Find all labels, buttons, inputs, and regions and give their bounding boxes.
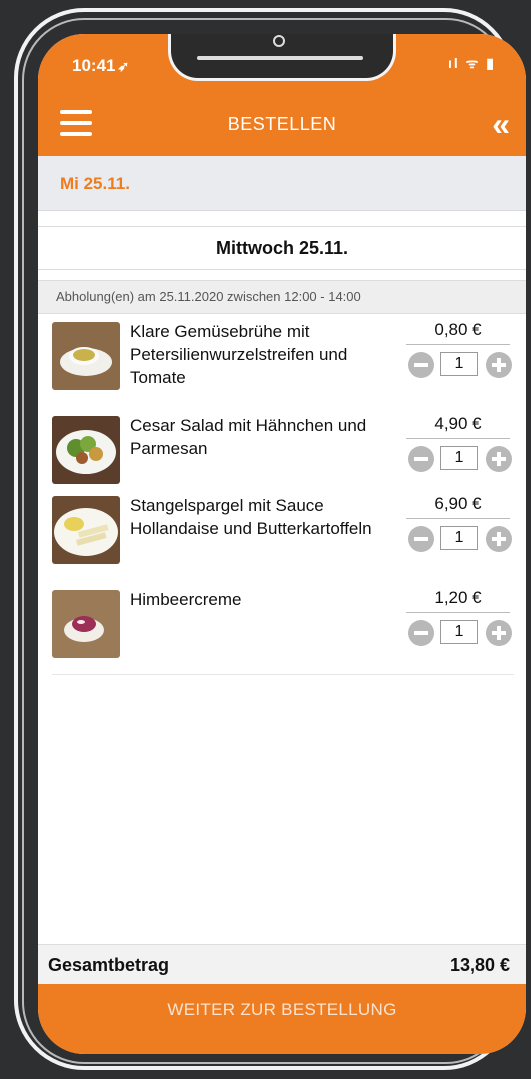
item-name: Klare Gemüsebrühe mit Petersilienwurzels… (130, 322, 348, 387)
item-price: 4,90 € (406, 414, 510, 439)
salad-icon (52, 416, 120, 484)
total-value: 13,80 € (449, 955, 510, 975)
dessert-icon (52, 590, 120, 658)
item-price: 0,80 € (406, 320, 510, 345)
status-time: 10:41 ➶ (72, 56, 130, 75)
list-item: Himbeercreme 1,20 € 1 (38, 588, 526, 682)
device-notch (168, 34, 396, 81)
plus-button[interactable] (486, 446, 512, 472)
plus-button[interactable] (486, 526, 512, 552)
total-bar: Gesamtbetrag 13,80 € (38, 944, 526, 985)
quantity-input[interactable]: 1 (440, 526, 478, 550)
camera-icon (273, 35, 285, 47)
quantity-stepper: 1 (406, 526, 514, 552)
item-name: Stangelspargel mit Sauce Hollandaise und… (130, 496, 372, 538)
soup-icon (52, 322, 120, 390)
top-bar: 10:41 ➶ ıl ᯤ ▮ BESTELLEN « (38, 34, 526, 156)
plus-button[interactable] (486, 352, 512, 378)
item-price: 1,20 € (406, 588, 510, 613)
speaker-grille (197, 56, 363, 60)
quantity-stepper: 1 (406, 446, 514, 472)
item-name: Himbeercreme (130, 590, 242, 609)
asparagus-icon (52, 496, 120, 564)
list-item: Stangelspargel mit Sauce Hollandaise und… (38, 494, 526, 588)
item-name: Cesar Salad mit Hähnchen und Parmesan (130, 416, 367, 458)
continue-order-button[interactable]: WEITER ZUR BESTELLUNG (38, 984, 526, 1054)
minus-button[interactable] (408, 620, 434, 646)
quantity-stepper: 1 (406, 352, 514, 378)
item-price: 6,90 € (406, 494, 510, 519)
minus-button[interactable] (408, 352, 434, 378)
quantity-input[interactable]: 1 (440, 620, 478, 644)
date-selector[interactable]: Mi 25.11. (38, 156, 526, 211)
list-divider (52, 674, 514, 675)
pickup-info: Abholung(en) am 25.11.2020 zwischen 12:0… (38, 280, 526, 314)
list-item: Klare Gemüsebrühe mit Petersilienwurzels… (38, 320, 526, 414)
day-heading: Mittwoch 25.11. (38, 226, 526, 270)
double-chevron-back-icon[interactable]: « (492, 106, 510, 143)
minus-button[interactable] (408, 446, 434, 472)
total-label: Gesamtbetrag (48, 955, 170, 975)
minus-button[interactable] (408, 526, 434, 552)
signal-wifi-battery-icons: ıl ᯤ ▮ (447, 55, 496, 71)
selected-date-label: Mi 25.11. (60, 174, 130, 193)
location-arrow-icon: ➶ (117, 58, 130, 74)
quantity-input[interactable]: 1 (440, 446, 478, 470)
plus-button[interactable] (486, 620, 512, 646)
page-title: BESTELLEN (227, 114, 337, 134)
quantity-input[interactable]: 1 (440, 352, 478, 376)
app-screen: 10:41 ➶ ıl ᯤ ▮ BESTELLEN « Mi 25.11. Mitt… (38, 34, 526, 1054)
quantity-stepper: 1 (406, 620, 514, 646)
continue-order-label: WEITER ZUR BESTELLUNG (167, 1000, 397, 1019)
